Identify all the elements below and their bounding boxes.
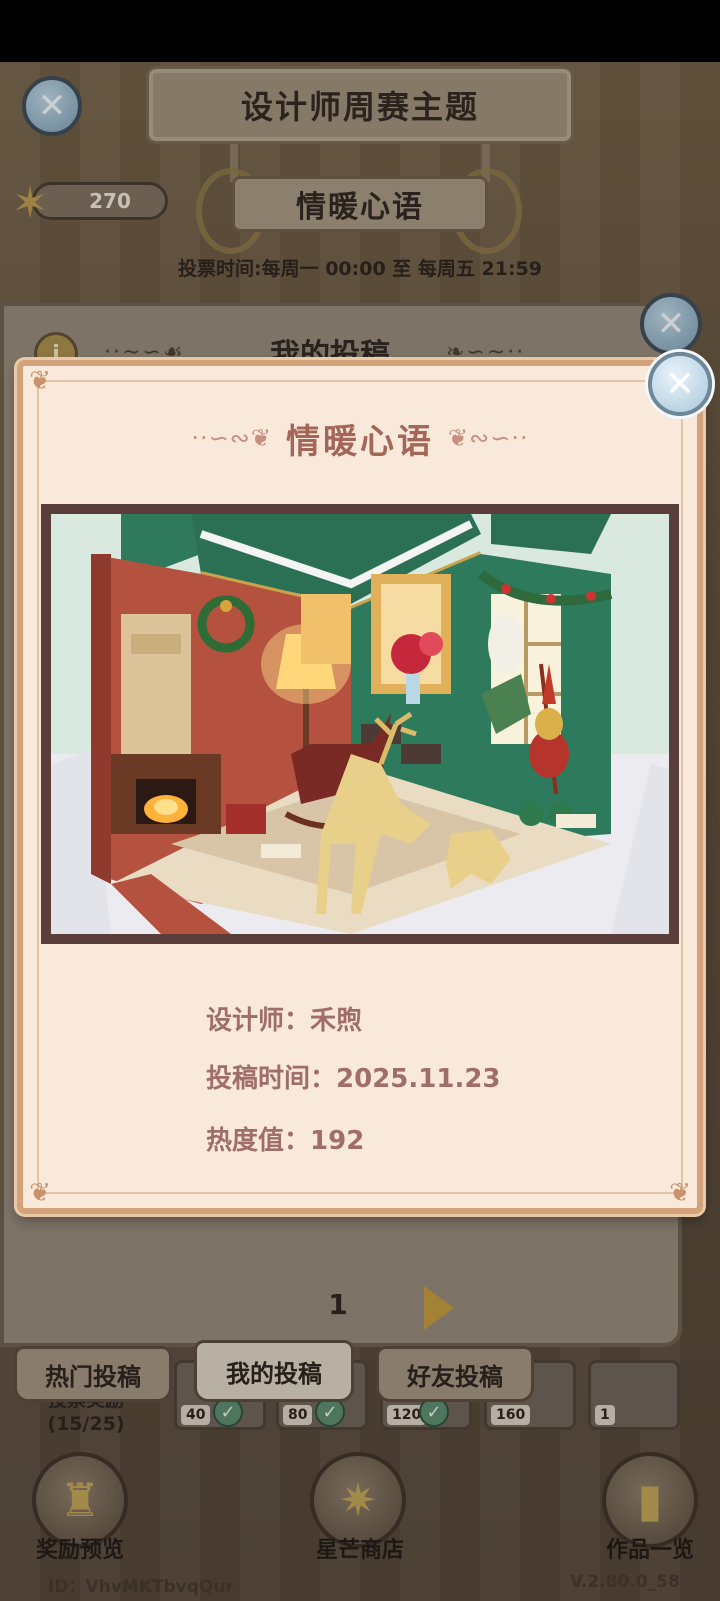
- corner-ornament-icon: ❦: [29, 366, 51, 396]
- designer-info: 设计师：禾煦: [206, 1000, 362, 1037]
- heat-label: 热度值：: [206, 1126, 311, 1156]
- designer-label: 设计师：: [206, 1006, 311, 1036]
- christmas-room-illustration: [51, 514, 669, 934]
- corner-ornament-icon: ❦: [669, 1178, 691, 1208]
- swirl-right-icon: ❦∾∽··: [448, 424, 529, 452]
- modal-header: ··∽∾❦ 情暖心语 ❦∾∽··: [0, 410, 720, 466]
- swirl-left-icon: ··∽∾❦: [191, 424, 272, 452]
- corner-ornament-icon: ❦: [29, 1178, 51, 1208]
- modal-close-button[interactable]: ✕: [648, 352, 712, 416]
- submit-time-value: 2025.11.23: [336, 1064, 501, 1094]
- submit-time-info: 投稿时间：2025.11.23: [206, 1058, 501, 1095]
- heat-info: 热度值：192: [206, 1120, 364, 1157]
- design-image: [41, 504, 679, 944]
- modal-title: 情暖心语: [286, 421, 434, 462]
- designer-name: 禾煦: [310, 1006, 363, 1036]
- heat-value: 192: [310, 1126, 365, 1156]
- status-bar: [0, 0, 720, 62]
- submit-time-label: 投稿时间：: [206, 1064, 337, 1094]
